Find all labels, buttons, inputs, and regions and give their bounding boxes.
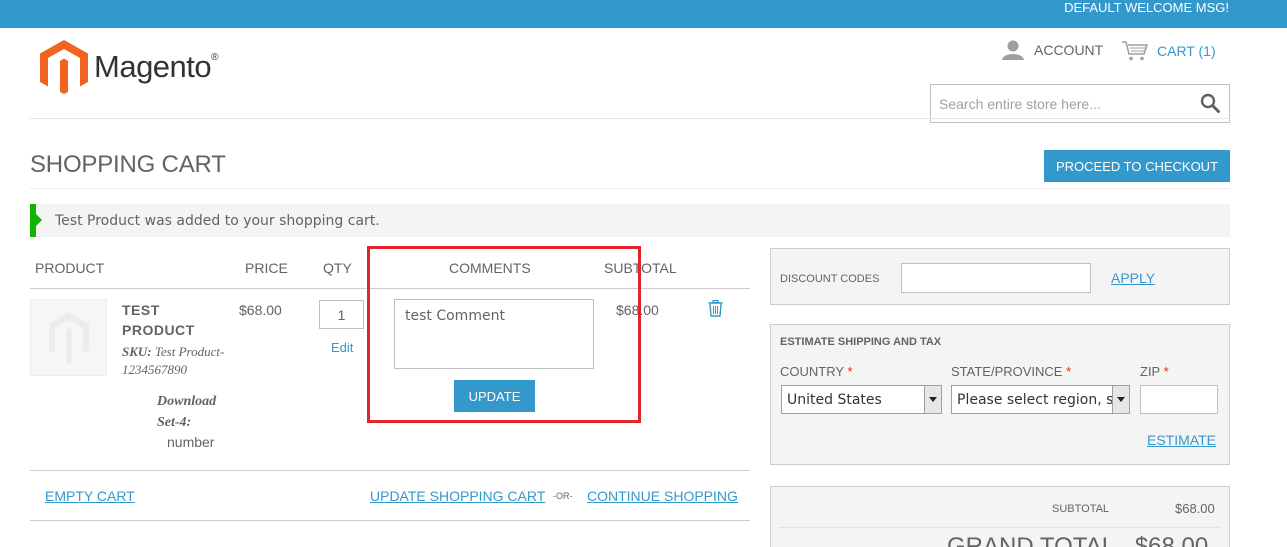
grand-total-label: GRAND TOTAL	[947, 533, 1115, 547]
country-label: COUNTRY *	[780, 364, 853, 379]
column-header-comments: COMMENTS	[449, 260, 531, 276]
required-mark: *	[847, 364, 853, 379]
continue-shopping-link[interactable]: CONTINUE SHOPPING	[587, 488, 738, 504]
zip-input[interactable]	[1140, 385, 1218, 414]
actions-divider	[30, 520, 750, 521]
column-header-product: PRODUCT	[35, 260, 105, 276]
product-option-value: number	[167, 434, 215, 450]
update-shopping-cart-link[interactable]: UPDATE SHOPPING CART	[370, 488, 545, 504]
grand-total-value: $68.00	[1134, 533, 1209, 547]
product-name[interactable]: TEST PRODUCT	[122, 300, 222, 340]
discount-codes-label: DISCOUNT CODES	[780, 273, 880, 285]
grand-total: GRAND TOTAL $68.00	[947, 533, 1208, 547]
account-label: ACCOUNT	[1034, 42, 1104, 58]
quantity-input[interactable]	[319, 300, 364, 329]
country-select[interactable]: United States	[781, 385, 942, 414]
estimate-link[interactable]: ESTIMATE	[1147, 432, 1216, 448]
comment-textarea[interactable]: test Comment	[394, 299, 594, 369]
empty-cart-link[interactable]: EMPTY CART	[45, 488, 135, 504]
subtotal-label: SUBTOTAL	[1052, 503, 1110, 515]
subtotal-value: $68.00	[1175, 501, 1215, 516]
search-icon[interactable]	[1200, 93, 1220, 113]
table-header-divider	[30, 288, 750, 289]
country-label-text: COUNTRY	[780, 364, 844, 379]
product-sku: SKU: Test Product-1234567890	[122, 343, 237, 379]
header-divider	[30, 118, 1230, 119]
state-label-text: STATE/PROVINCE	[951, 364, 1063, 379]
estimate-shipping-heading: ESTIMATE SHIPPING AND TAX	[780, 336, 942, 348]
cart-label: CART (1)	[1157, 43, 1216, 59]
product-image[interactable]	[30, 299, 107, 376]
page-title: SHOPPING CART	[30, 151, 226, 178]
success-message-text: Test Product was added to your shopping …	[55, 213, 380, 229]
logo-registered-mark: ®	[211, 51, 219, 63]
search-input[interactable]	[931, 85, 1181, 122]
column-header-subtotal: SUBTOTAL	[604, 260, 677, 276]
state-selected-value: Please select region, state or province	[957, 392, 1129, 408]
top-bar: DEFAULT WELCOME MSG!	[0, 0, 1287, 28]
update-comment-button[interactable]: UPDATE	[454, 380, 535, 412]
column-header-price: PRICE	[245, 260, 288, 276]
zip-label: ZIP *	[1140, 364, 1169, 379]
required-mark: *	[1163, 364, 1169, 379]
success-arrow-icon	[36, 214, 42, 226]
product-price: $68.00	[239, 302, 282, 318]
title-divider	[30, 188, 1230, 189]
magento-logo-icon	[40, 40, 88, 94]
welcome-message: DEFAULT WELCOME MSG!	[1064, 0, 1229, 15]
proceed-to-checkout-button[interactable]: PROCEED TO CHECKOUT	[1044, 150, 1230, 182]
state-label: STATE/PROVINCE *	[951, 364, 1071, 379]
row-subtotal: $68.00	[616, 302, 659, 318]
account-icon	[1002, 40, 1024, 60]
logo-wordmark: Magento	[94, 49, 212, 84]
totals-divider	[779, 527, 1220, 528]
cart-icon	[1122, 41, 1149, 61]
success-message: Test Product was added to your shopping …	[30, 204, 1230, 237]
discount-code-input[interactable]	[901, 263, 1091, 293]
apply-discount-link[interactable]: APPLY	[1111, 270, 1155, 286]
trash-icon[interactable]	[708, 300, 723, 317]
edit-item-link[interactable]: Edit	[331, 340, 353, 355]
product-placeholder-icon	[49, 312, 89, 364]
product-option-label: Download Set-4:	[157, 394, 217, 430]
row-divider	[30, 470, 750, 471]
or-separator: -OR-	[553, 491, 573, 501]
account-link[interactable]: ACCOUNT	[1002, 40, 1103, 60]
country-selected-value: United States	[787, 392, 882, 408]
sku-label: SKU:	[122, 344, 152, 359]
required-mark: *	[1066, 364, 1072, 379]
column-header-qty: QTY	[323, 260, 352, 276]
dropdown-arrow-icon	[1112, 386, 1129, 413]
dropdown-arrow-icon	[924, 386, 941, 413]
zip-label-text: ZIP	[1140, 364, 1160, 379]
store-logo[interactable]: Magento ®	[38, 37, 219, 97]
state-select[interactable]: Please select region, state or province	[951, 385, 1130, 414]
cart-link[interactable]: CART (1)	[1121, 40, 1216, 62]
